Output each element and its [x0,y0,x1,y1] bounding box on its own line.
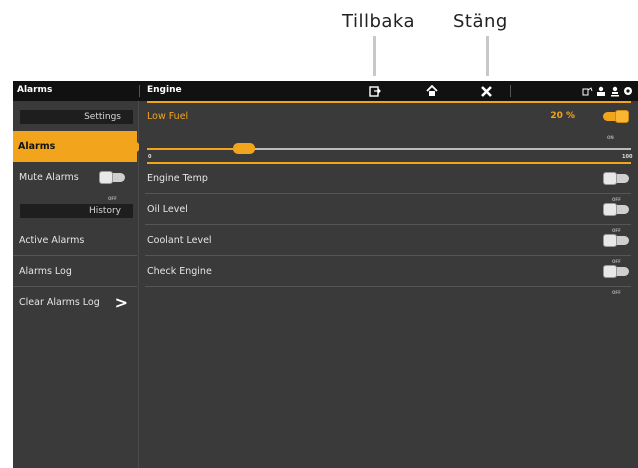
right-panel: Low Fuel 20 % ON 0 100 Engine Temp OFF O… [139,101,638,468]
slider-min-label: 0 [148,154,152,160]
low-fuel-slider-fill [147,148,244,150]
fuel-pump-icon [580,82,594,100]
oil-level-row: Oil Level OFF [145,194,631,233]
callout-back-label: Tillbaka [342,11,416,32]
top-bar-left-title: Alarms [17,85,53,95]
oil-level-toggle[interactable]: OFF [603,203,629,233]
engine-temp-toggle[interactable]: OFF [603,172,629,202]
low-fuel-slider-handle[interactable] [232,143,255,154]
person-icon [595,82,607,100]
low-fuel-percentage: 20 % [550,111,575,121]
left-panel: Settings Alarms Mute Alarms OFF History … [13,101,142,468]
row-label: Oil Level [147,204,188,215]
top-bar-divider [139,85,140,97]
gear-icon[interactable] [622,82,634,100]
mute-alarms-row: Mute Alarms OFF [13,162,137,201]
sidebar-item-active-alarms[interactable]: Active Alarms [13,225,137,256]
callout-close-label: Stäng [453,11,508,32]
top-bar-divider-right [510,85,511,97]
mute-alarms-label: Mute Alarms [19,172,79,183]
history-section-header: History [20,204,133,218]
close-icon[interactable] [477,82,495,100]
callout-close-line [486,36,489,76]
low-fuel-label: Low Fuel [147,111,189,122]
row-label: Coolant Level [147,235,212,246]
top-bar: Alarms Engine [13,81,638,101]
coolant-level-toggle[interactable]: OFF [603,234,629,264]
settings-section-header: Settings [20,110,133,124]
back-icon[interactable] [367,82,383,100]
clear-alarms-log-label: Clear Alarms Log [19,297,100,308]
mute-alarms-toggle[interactable]: OFF [99,171,125,201]
check-engine-toggle[interactable]: OFF [603,265,629,295]
row-label: Engine Temp [147,173,208,184]
coolant-level-row: Coolant Level OFF [145,225,631,264]
chevron-right-icon: > [114,293,128,312]
gps-icon [609,82,621,100]
device-screen: Alarms Engine Settings Alarms Mute Alarm… [13,81,638,468]
home-icon[interactable] [423,82,441,100]
low-fuel-toggle[interactable]: ON [603,110,629,140]
row-label: Check Engine [147,266,212,277]
low-fuel-row: Low Fuel 20 % ON [145,101,631,140]
callout-back-line [373,36,376,76]
slider-max-label: 100 [622,154,633,160]
sidebar-item-alarms[interactable]: Alarms [13,131,142,162]
engine-temp-row: Engine Temp OFF [145,163,631,202]
sidebar-item-alarms-log[interactable]: Alarms Log [13,256,137,287]
top-bar-mid-title: Engine [147,85,182,95]
toggle-state-label: OFF [612,290,621,295]
toggle-knob [615,110,629,123]
screenshot-root: Tillbaka Stäng Alarms Engine Settings Al… [0,0,638,468]
check-engine-row: Check Engine OFF [145,256,631,295]
sidebar-item-clear-alarms-log[interactable]: Clear Alarms Log > [13,287,137,318]
